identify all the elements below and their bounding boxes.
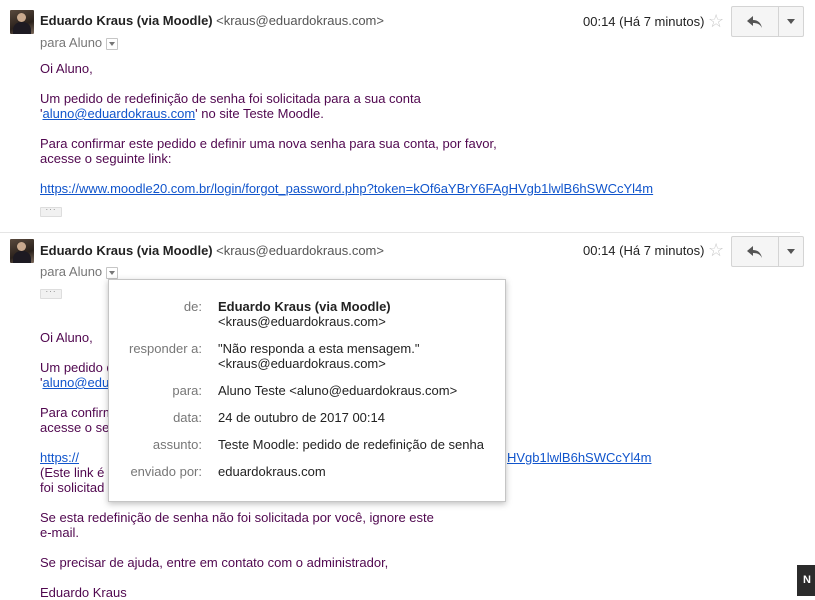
chevron-down-icon — [787, 249, 795, 254]
paragraph-line: acesse o se — [40, 420, 110, 435]
sender-name[interactable]: Eduardo Kraus (via Moodle) — [40, 13, 213, 28]
signature: Eduardo Kraus — [40, 585, 127, 600]
paragraph-line: 'aluno@eduardokraus.com' no site Teste M… — [40, 106, 324, 121]
reply-button-group — [731, 6, 804, 37]
paragraph-line: Para confirm — [40, 405, 114, 420]
more-actions-button[interactable] — [779, 7, 803, 36]
recipient-text: para Aluno — [40, 35, 103, 50]
recipient-line: para Aluno — [40, 264, 119, 279]
account-email-link[interactable]: aluno@eduardokraus.com — [42, 106, 195, 121]
paragraph-line: Um pedido de redefinição de senha foi so… — [40, 91, 421, 106]
recipient-line: para Aluno — [40, 35, 119, 50]
sender-name[interactable]: Eduardo Kraus (via Moodle) — [40, 243, 213, 258]
subject-label: assunto: — [152, 437, 202, 452]
paragraph-line: Para confirmar este pedido e definir uma… — [40, 136, 497, 151]
reply-to-email: <kraus@eduardokraus.com> — [218, 356, 386, 371]
paragraph-line: foi solicitad — [40, 480, 105, 495]
from-name: Eduardo Kraus (via Moodle) — [218, 299, 391, 314]
paragraph-line: (Este link é — [40, 465, 105, 480]
reply-arrow-icon — [747, 15, 762, 28]
more-actions-button[interactable] — [779, 237, 803, 266]
sent-by-label: enviado por: — [130, 464, 202, 479]
from-label: de: — [183, 299, 202, 314]
paragraph-line: 'aluno@edu — [40, 375, 109, 390]
paragraph-line: Se esta redefinição de senha não foi sol… — [40, 510, 434, 525]
date-value: 24 de outubro de 2017 00:14 — [218, 410, 385, 425]
reset-password-link[interactable]: https:// — [40, 450, 79, 465]
account-email-link[interactable]: aluno@edu — [42, 375, 109, 390]
ellipsis-icon[interactable]: ··· — [40, 288, 62, 299]
chevron-down-icon — [787, 19, 795, 24]
reply-to-label: responder a: — [129, 341, 202, 356]
date-label: data: — [173, 410, 202, 425]
sender-avatar[interactable] — [10, 239, 34, 263]
message-time[interactable]: 00:14 (Há 7 minutos) — [583, 14, 704, 29]
sender-email: <kraus@eduardokraus.com> — [216, 13, 384, 28]
sent-by-value: eduardokraus.com — [218, 464, 326, 479]
reset-password-link-tail[interactable]: HVgb1lwlB6hSWCcYl4m — [507, 450, 652, 465]
message-time[interactable]: 00:14 (Há 7 minutos) — [583, 243, 704, 258]
sender-avatar[interactable] — [10, 10, 34, 34]
recipient-text: para Aluno — [40, 264, 103, 279]
star-icon[interactable]: ☆ — [708, 241, 724, 259]
reply-arrow-icon — [747, 245, 762, 258]
reply-button-group — [731, 236, 804, 267]
details-caret-icon[interactable] — [106, 37, 119, 50]
corner-badge[interactable]: N — [797, 565, 815, 596]
star-icon[interactable]: ☆ — [708, 12, 724, 30]
greeting: Oi Aluno, — [40, 330, 93, 345]
to-label: para: — [172, 383, 202, 398]
greeting: Oi Aluno, — [40, 61, 93, 76]
details-caret-icon[interactable] — [106, 266, 119, 279]
to-value: Aluno Teste <aluno@eduardokraus.com> — [218, 383, 458, 398]
paragraph-line: Um pedido d — [40, 360, 114, 375]
message-details-popup: de: Eduardo Kraus (via Moodle) <kraus@ed… — [108, 279, 506, 502]
paragraph-text: ' no site Teste Moodle. — [195, 106, 324, 121]
paragraph-line: Se precisar de ajuda, entre em contato c… — [40, 555, 389, 570]
subject-value: Teste Moodle: pedido de redefinição de s… — [218, 437, 484, 452]
reply-button[interactable] — [732, 237, 779, 266]
sender-email: <kraus@eduardokraus.com> — [216, 243, 384, 258]
reset-password-link[interactable]: https://www.moodle20.com.br/login/forgot… — [40, 181, 653, 196]
paragraph-line: acesse o seguinte link: — [40, 151, 172, 166]
reply-button[interactable] — [732, 7, 779, 36]
from-email: <kraus@eduardokraus.com> — [218, 314, 386, 329]
ellipsis-icon[interactable]: ··· — [40, 206, 62, 217]
message-divider — [0, 232, 800, 233]
reply-to-name: "Não responda a esta mensagem." — [218, 341, 420, 356]
paragraph-line: e-mail. — [40, 525, 80, 540]
